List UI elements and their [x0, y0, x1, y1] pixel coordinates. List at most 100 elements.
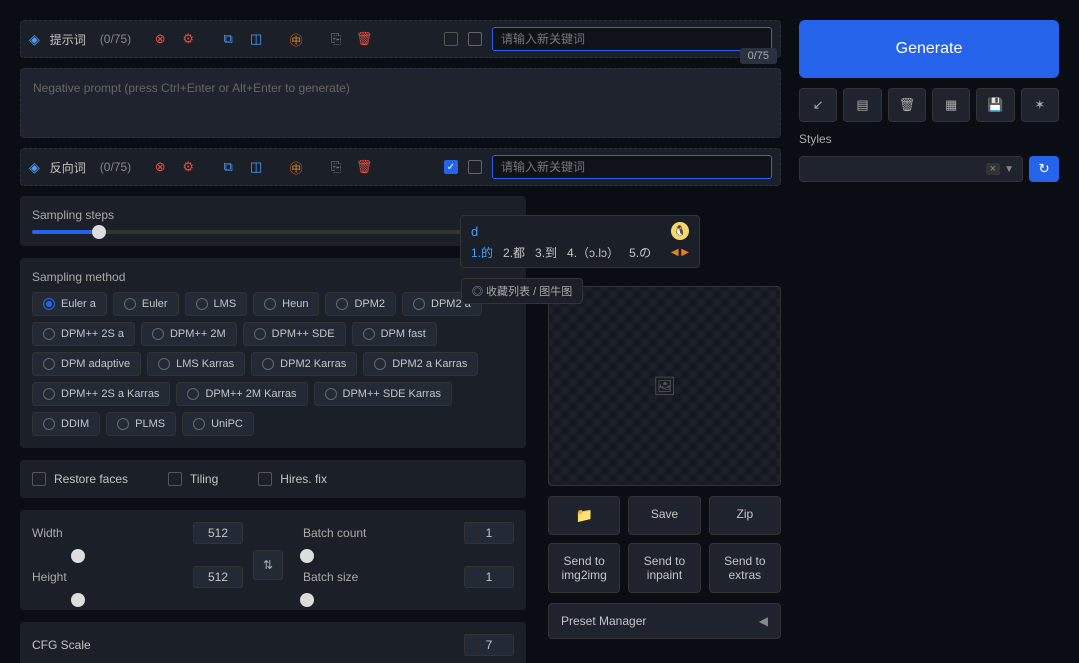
- ime-popup: d 🐧 1.的2.都3.到4.（ɔ.lɔ）5.の◀ ▶ ◎ 收藏列表 / 图牛图: [460, 215, 700, 268]
- sampler-option[interactable]: LMS: [185, 292, 248, 316]
- tiling-check[interactable]: Tiling: [168, 472, 218, 486]
- collapse-icon[interactable]: ◈: [29, 31, 40, 48]
- sampler-option[interactable]: Euler: [113, 292, 179, 316]
- sampler-option[interactable]: DPM2: [325, 292, 396, 316]
- copy-icon[interactable]: ⧉: [217, 28, 239, 50]
- ime-candidate[interactable]: 1.的: [471, 244, 493, 261]
- sampler-option[interactable]: DPM++ 2M Karras: [176, 382, 307, 406]
- copy-icon[interactable]: ⧉: [217, 156, 239, 178]
- square-icon[interactable]: [468, 32, 482, 46]
- ime-candidate[interactable]: 3.到: [535, 244, 557, 261]
- negative-textarea[interactable]: Negative prompt (press Ctrl+Enter or Alt…: [20, 68, 781, 138]
- sampler-option[interactable]: DPM adaptive: [32, 352, 141, 376]
- preset-manager[interactable]: Preset Manager ◀: [548, 603, 781, 639]
- ime-nav-icons[interactable]: ◀ ▶: [671, 247, 689, 258]
- sampler-option[interactable]: DPM++ 2S a Karras: [32, 382, 170, 406]
- height-value[interactable]: 512: [193, 566, 243, 588]
- action-save-icon[interactable]: 💾: [976, 88, 1014, 122]
- cfg-section: CFG Scale 7: [20, 622, 526, 663]
- open-folder-button[interactable]: 📁: [548, 496, 620, 535]
- translate-icon[interactable]: ㊥: [285, 28, 307, 50]
- sampling-steps-section: Sampling steps: [20, 196, 526, 246]
- swap-dims-button[interactable]: ⇅: [253, 550, 283, 580]
- prompt-count: (0/75): [100, 32, 131, 46]
- sampler-option[interactable]: PLMS: [106, 412, 176, 436]
- sampler-option[interactable]: DPM2 a Karras: [363, 352, 478, 376]
- sampler-option[interactable]: UniPC: [182, 412, 254, 436]
- sampler-option[interactable]: DPM++ 2M: [141, 322, 237, 346]
- gear-icon[interactable]: ⚙: [177, 28, 199, 50]
- width-label: Width: [32, 526, 82, 540]
- gear-icon[interactable]: ⚙: [177, 156, 199, 178]
- bookmark-icon[interactable]: ◫: [245, 28, 267, 50]
- ime-candidate[interactable]: 4.（ɔ.lɔ）: [567, 244, 619, 261]
- sampling-method-section: Sampling method Euler aEulerLMSHeunDPM2D…: [20, 258, 526, 448]
- sampling-steps-label: Sampling steps: [32, 208, 514, 222]
- prompt-checkbox[interactable]: [444, 32, 458, 46]
- negative-bar: ◈ 反向词 (0/75) ⊗ ⚙ ⧉ ◫ ㊥ ⎘ 🗑 ✓: [20, 148, 781, 186]
- sampler-option[interactable]: LMS Karras: [147, 352, 245, 376]
- refresh-styles-button[interactable]: ↻: [1029, 156, 1059, 182]
- sampler-option[interactable]: Euler a: [32, 292, 107, 316]
- prompt-bar: ◈ 提示词 (0/75) ⊗ ⚙ ⧉ ◫ ㊥ ⎘ 🗑: [20, 20, 781, 58]
- styles-label: Styles: [799, 132, 1059, 146]
- send-inpaint-button[interactable]: Send to inpaint: [628, 543, 700, 593]
- sampler-option[interactable]: DPM++ SDE Karras: [314, 382, 452, 406]
- hires-fix-check[interactable]: Hires. fix: [258, 472, 327, 486]
- zip-button[interactable]: Zip: [709, 496, 781, 535]
- negative-counter: 0/75: [740, 48, 777, 64]
- sampler-option[interactable]: DDIM: [32, 412, 100, 436]
- bookmark-icon[interactable]: ◫: [245, 156, 267, 178]
- restore-faces-check[interactable]: Restore faces: [32, 472, 128, 486]
- clear-styles-icon[interactable]: ×: [986, 163, 1000, 175]
- image-placeholder-icon: 🖼: [653, 376, 676, 397]
- circle-icon[interactable]: ⊗: [149, 156, 171, 178]
- batch-count-label: Batch count: [303, 526, 383, 540]
- cfg-value[interactable]: 7: [464, 634, 514, 656]
- preset-label: Preset Manager: [561, 614, 646, 628]
- sampler-option[interactable]: DPM2 Karras: [251, 352, 357, 376]
- sampler-option[interactable]: Heun: [253, 292, 319, 316]
- circle-icon[interactable]: ⊗: [149, 28, 171, 50]
- cfg-label: CFG Scale: [32, 638, 91, 652]
- batch-size-value[interactable]: 1: [464, 566, 514, 588]
- translate-icon[interactable]: ㊥: [285, 156, 307, 178]
- checks-section: Restore faces Tiling Hires. fix: [20, 460, 526, 498]
- sampler-option[interactable]: DPM++ SDE: [243, 322, 346, 346]
- trash-icon[interactable]: 🗑: [353, 156, 375, 178]
- batch-count-value[interactable]: 1: [464, 522, 514, 544]
- action-arrow-icon[interactable]: ↙: [799, 88, 837, 122]
- negative-count: (0/75): [100, 160, 131, 174]
- action-star-icon[interactable]: ✶: [1021, 88, 1059, 122]
- trash-icon[interactable]: 🗑: [353, 28, 375, 50]
- action-trash-icon[interactable]: 🗑: [888, 88, 926, 122]
- sampler-option[interactable]: DPM++ 2S a: [32, 322, 135, 346]
- styles-select[interactable]: × ▼: [799, 156, 1023, 182]
- prompt-input[interactable]: [492, 27, 772, 51]
- ime-candidate[interactable]: 2.都: [503, 244, 525, 261]
- square-icon[interactable]: [468, 160, 482, 174]
- send-extras-button[interactable]: Send to extras: [709, 543, 781, 593]
- sampler-option[interactable]: DPM fast: [352, 322, 437, 346]
- ime-candidate[interactable]: 5.の: [629, 244, 651, 261]
- paste-icon[interactable]: ⎘: [325, 28, 347, 50]
- chevron-down-icon: ▼: [1004, 164, 1014, 175]
- dimensions-section: Width 512 Height: [20, 510, 526, 610]
- ime-footer[interactable]: ◎ 收藏列表 / 图牛图: [461, 278, 583, 304]
- collapse-icon[interactable]: ◈: [29, 159, 40, 176]
- preview-box: 🖼: [548, 286, 781, 486]
- save-button[interactable]: Save: [628, 496, 700, 535]
- send-img2img-button[interactable]: Send to img2img: [548, 543, 620, 593]
- negative-input[interactable]: [492, 155, 772, 179]
- width-value[interactable]: 512: [193, 522, 243, 544]
- negative-checkbox[interactable]: ✓: [444, 160, 458, 174]
- action-doc-icon[interactable]: ▦: [932, 88, 970, 122]
- triangle-left-icon: ◀: [759, 614, 768, 628]
- batch-size-label: Batch size: [303, 570, 383, 584]
- paste-icon[interactable]: ⎘: [325, 156, 347, 178]
- sampling-steps-slider[interactable]: [32, 230, 514, 234]
- negative-label: 反向词: [50, 159, 86, 176]
- generate-button[interactable]: Generate: [799, 20, 1059, 78]
- height-label: Height: [32, 570, 82, 584]
- action-clipboard-icon[interactable]: ▤: [843, 88, 881, 122]
